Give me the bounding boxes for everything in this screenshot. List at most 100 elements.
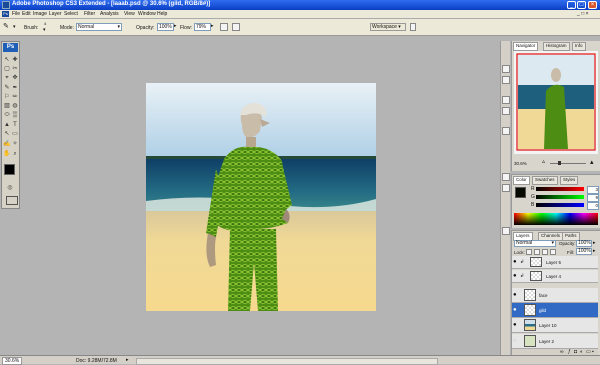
paragraph-panel-icon[interactable] [502,184,510,192]
layer-opacity-chevron-icon[interactable]: ▸ [593,240,596,246]
doc-minimize-icon[interactable]: _ □ × [577,11,589,17]
tab-navigator[interactable]: Navigator [513,42,539,51]
healing-brush-tool-icon[interactable]: ✎ [3,84,11,92]
fill-field[interactable]: 100% [576,248,592,255]
channel-r-field[interactable]: 3 [587,186,599,194]
layer-row[interactable]: ○ Layer 2 [512,334,598,349]
history-brush-tool-icon[interactable]: ✏ [11,93,19,101]
close-icon[interactable]: × [588,1,597,9]
quick-mask-icon[interactable]: ◎ [6,184,14,192]
tab-color[interactable]: Color [513,176,530,185]
color-foreground-swatch[interactable] [515,187,526,198]
history-panel-icon[interactable] [502,96,510,104]
eraser-tool-icon[interactable]: ▧ [3,102,11,110]
path-selection-tool-icon[interactable]: ↖ [3,130,11,138]
zoom-in-icon[interactable]: ▴ [590,159,596,166]
brush-picker-chevron-icon[interactable]: ▾ [43,27,48,33]
visibility-eye-icon[interactable]: ● [513,322,519,328]
navigator-thumbnail[interactable] [514,51,598,154]
menu-layer[interactable]: Layer [49,11,62,17]
menu-window[interactable]: Window [138,11,156,17]
gradient-tool-icon[interactable]: ◍ [11,102,19,110]
type-tool-icon[interactable]: T [11,121,19,129]
tab-histogram[interactable]: Histogram [543,42,570,51]
brushes-panel-icon[interactable] [502,65,510,73]
fill-chevron-icon[interactable]: ▸ [593,248,596,254]
tab-styles[interactable]: Styles [560,176,579,185]
mode-select[interactable]: Normal ▾ [76,23,122,31]
shape-tool-icon[interactable]: ▭ [11,130,19,138]
character-panel-icon[interactable] [502,173,510,181]
menu-image[interactable]: Image [33,11,47,17]
blur-tool-icon[interactable]: ⬭ [3,111,11,119]
visibility-eye-icon[interactable]: ● [513,259,519,265]
navigator-zoom-slider[interactable] [550,163,586,164]
layer-opacity-field[interactable]: 100% [576,240,592,247]
navigator-zoom-thumb[interactable] [558,161,561,165]
visibility-off-icon[interactable]: ○ [513,338,519,344]
flow-field[interactable]: 79% [194,23,211,31]
brush-tool-icon-toolbox[interactable]: ✒ [11,84,19,92]
opacity-field[interactable]: 100% [157,23,174,31]
tool-presets-panel-icon[interactable] [502,127,510,135]
channel-b-field[interactable]: 0 [587,202,599,210]
tool-preset-chevron-icon[interactable]: ▾ [13,24,18,30]
eyedropper-tool-icon[interactable]: ✧ [11,140,19,148]
menu-file[interactable]: File [12,11,20,17]
layer-row[interactable]: ● ↲ Layer 5 [512,256,598,269]
toggle-brushes-palette-icon[interactable] [232,23,240,31]
menu-analysis[interactable]: Analysis [100,11,119,17]
marquee-tool-icon[interactable]: ✚ [11,56,19,64]
crop-tool-icon[interactable]: ✂ [11,65,19,73]
lock-image-icon[interactable] [534,249,540,255]
airbrush-icon[interactable] [220,23,228,31]
brush-tool-icon[interactable]: ✎ [3,23,11,31]
hand-tool-icon[interactable]: ✋ [3,150,11,158]
notes-tool-icon[interactable]: ✍ [3,140,11,148]
maximize-icon[interactable]: □ [577,1,586,9]
lock-all-icon[interactable] [550,249,556,255]
layer-row[interactable]: ● Layer 10 [512,318,598,333]
palette-well-icon[interactable] [410,23,416,31]
actions-panel-icon[interactable] [502,107,510,115]
menu-select[interactable]: Select [64,11,78,17]
layer-row[interactable]: ● ↲ Layer 4 [512,270,598,283]
magic-wand-tool-icon[interactable]: ✥ [11,74,19,82]
channel-g-field[interactable]: 9 [587,194,599,202]
menu-help[interactable]: Help [157,11,167,17]
foreground-color-swatch[interactable] [4,164,15,175]
visibility-eye-icon[interactable]: ● [513,292,519,298]
pen-tool-icon[interactable]: ▲ [3,121,11,129]
visibility-eye-icon[interactable]: ● [513,273,519,279]
tab-info[interactable]: Info [572,42,586,51]
blend-mode-select[interactable]: Normal ▾ [514,240,556,247]
menu-filter[interactable]: Filter [84,11,95,17]
color-spectrum-ramp[interactable] [514,213,598,225]
channel-r-slider[interactable] [536,187,584,191]
document-canvas[interactable] [146,83,376,311]
lasso-tool-icon[interactable]: ▢ [3,65,11,73]
ps-menu-icon[interactable]: Ps [2,11,9,17]
lock-transparency-icon[interactable] [526,249,532,255]
move-tool-icon[interactable]: ↖ [3,56,11,64]
zoom-tool-icon[interactable]: ⌕ [11,150,19,158]
channel-b-slider[interactable] [536,203,584,207]
channel-g-slider[interactable] [536,195,584,199]
flow-chevron-icon[interactable]: ▸ [211,23,216,31]
minimize-icon[interactable]: _ [567,1,576,9]
zoom-out-icon[interactable]: ▵ [542,159,547,165]
status-menu-chevron-icon[interactable]: ▸ [126,357,129,363]
tab-swatches[interactable]: Swatches [532,176,558,185]
workspace-button[interactable]: Workspace ▾ [370,23,406,31]
clone-stamp-tool-icon[interactable]: ⚐ [3,93,11,101]
layer-row[interactable]: ● face [512,288,598,303]
opacity-chevron-icon[interactable]: ▸ [174,23,179,31]
lock-position-icon[interactable] [542,249,548,255]
dodge-tool-icon[interactable]: ▒ [11,111,19,119]
slice-tool-icon[interactable]: ⌖ [3,74,11,82]
menu-edit[interactable]: Edit [22,11,31,17]
layer-row-selected[interactable]: ● gild [512,303,598,318]
screen-mode-icon[interactable] [6,196,18,205]
clone-source-panel-icon[interactable] [502,76,510,84]
visibility-eye-icon[interactable]: ● [513,307,519,313]
